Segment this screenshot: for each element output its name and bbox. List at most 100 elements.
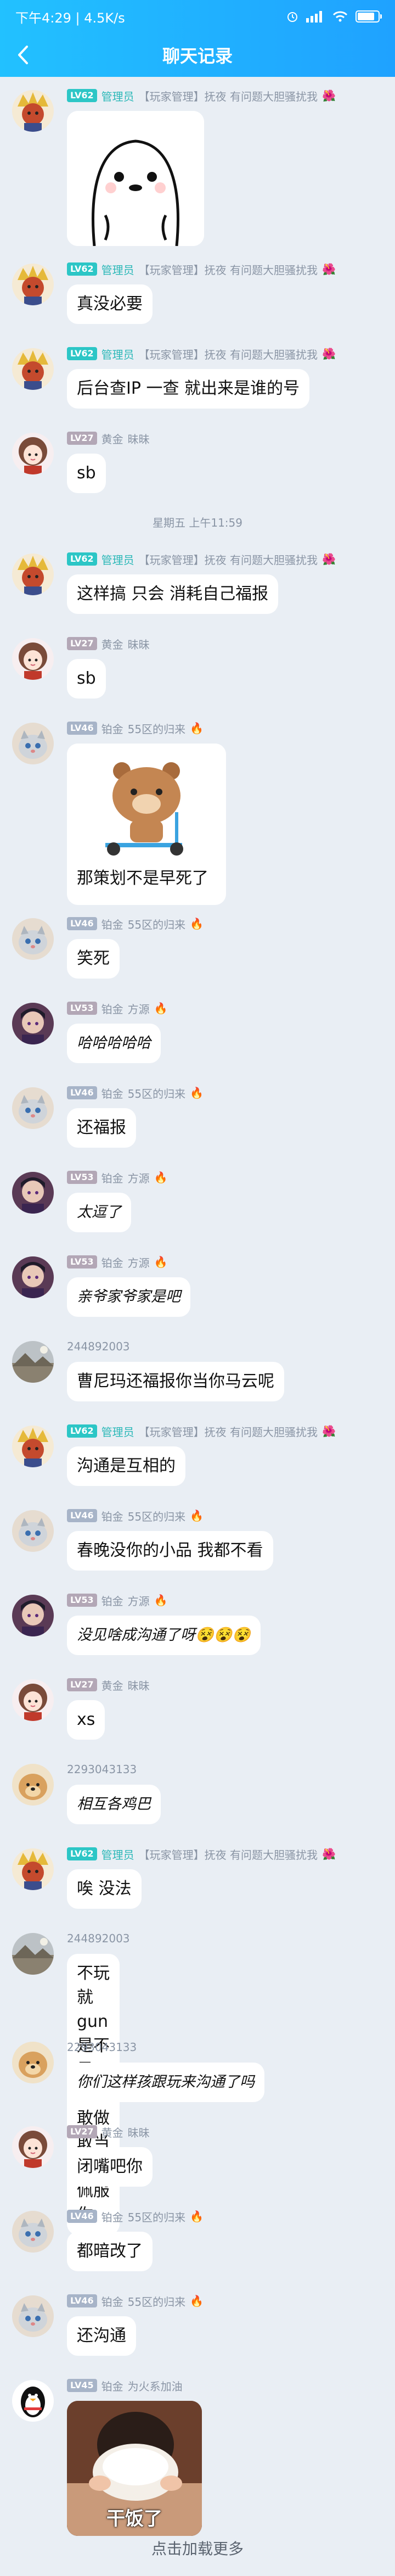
message-bubble[interactable]: 太逗了 <box>67 1193 131 1232</box>
rank-title: 铂金 <box>101 1594 123 1608</box>
rank-title: 黄金 <box>101 1679 123 1692</box>
top-bar: 下午4:29 | 4.5K/s 聊天记录 <box>0 0 395 77</box>
message-bubble[interactable]: 沟通是互相的 <box>67 1446 185 1486</box>
message-bubble[interactable]: 曹尼玛还福报你当你马云呢 <box>67 1362 284 1401</box>
load-more-button[interactable]: 点击加载更多 <box>0 2537 395 2559</box>
nickname: 244892003 <box>67 1932 130 1945</box>
avatar[interactable] <box>12 2295 54 2337</box>
rank-emoji: 🌺 <box>322 347 336 360</box>
level-badge: LV53 <box>67 1255 97 1269</box>
message-bubble[interactable]: 还沟通 <box>67 2316 136 2356</box>
nickname: 昧昧 <box>127 638 150 651</box>
rank-title: 铂金 <box>101 722 123 736</box>
message-bubble[interactable]: sb <box>67 659 106 699</box>
message-bubble[interactable]: 哈哈哈哈哈 <box>67 1024 161 1063</box>
level-badge: LV46 <box>67 1509 97 1522</box>
message-bubble[interactable]: 亲爷家爷家是吧 <box>67 1277 190 1317</box>
message-bubble[interactable]: 都暗改了 <box>67 2232 153 2271</box>
message-header: LV53 铂金 方源 🔥 <box>67 1591 168 1609</box>
avatar[interactable] <box>12 2380 54 2422</box>
message-bubble[interactable]: 这样搞 只会 消耗自己福报 <box>67 574 279 614</box>
avatar[interactable] <box>12 2211 54 2253</box>
nickname: 【玩家管理】抚夜 有问题大胆骚扰我 <box>138 1425 318 1439</box>
avatar[interactable] <box>12 1764 54 1806</box>
rank-emoji: 🔥 <box>154 1594 168 1607</box>
rank-title: 铂金 <box>101 1087 123 1100</box>
rank-title: 铂金 <box>101 2379 123 2393</box>
avatar[interactable] <box>12 2126 54 2168</box>
avatar[interactable] <box>12 918 54 960</box>
rank-title: 铂金 <box>101 1002 123 1016</box>
avatar[interactable] <box>12 1426 54 1467</box>
avatar[interactable] <box>12 1087 54 1129</box>
avatar[interactable] <box>12 1003 54 1044</box>
avatar[interactable] <box>12 90 54 132</box>
status-bar: 下午4:29 | 4.5K/s <box>0 0 395 33</box>
message-bubble[interactable]: 没见啥成沟通了呀😵😵😵 <box>67 1616 261 1655</box>
message-header: LV53 铂金 方源 🔥 <box>67 999 168 1017</box>
battery-fill <box>358 13 374 20</box>
avatar[interactable] <box>12 348 54 390</box>
level-badge: LV27 <box>67 1678 97 1691</box>
rank-emoji: 🔥 <box>190 917 204 930</box>
avatar[interactable] <box>12 1848 54 1890</box>
rank-title: 管理员 <box>101 1425 134 1439</box>
avatar[interactable] <box>12 1256 54 1298</box>
nickname: 55区的归来 <box>127 2210 186 2224</box>
message-header: LV62 管理员 【玩家管理】抚夜 有问题大胆骚扰我 🌺 <box>67 345 336 362</box>
page-title: 聊天记录 <box>162 46 233 66</box>
rank-emoji: 🌺 <box>322 262 336 276</box>
avatar[interactable] <box>12 1172 54 1214</box>
message-bubble[interactable]: 闭嘴吧你 <box>67 2147 153 2187</box>
nickname: 55区的归来 <box>127 2295 186 2309</box>
message-bubble[interactable]: 那策划不是早死了 <box>67 744 226 905</box>
rank-title: 铂金 <box>101 2295 123 2309</box>
level-badge: LV46 <box>67 1086 97 1099</box>
avatar[interactable] <box>12 723 54 764</box>
nickname: 55区的归来 <box>127 722 186 736</box>
level-badge: LV27 <box>67 432 97 445</box>
message-bubble[interactable]: xs <box>67 1700 105 1740</box>
avatar[interactable] <box>12 264 54 305</box>
avatar[interactable] <box>12 1341 54 1383</box>
message-header: LV62 管理员 【玩家管理】抚夜 有问题大胆骚扰我 🌺 <box>67 1422 336 1440</box>
message-header: LV27 黄金 昧昧 <box>67 429 150 447</box>
wifi-icon <box>332 11 348 22</box>
avatar[interactable] <box>12 1510 54 1552</box>
message-header: LV62 管理员 【玩家管理】抚夜 有问题大胆骚扰我 🌺 <box>67 87 336 104</box>
nickname: 方源 <box>127 1171 150 1185</box>
back-button[interactable] <box>11 43 35 67</box>
level-badge: LV62 <box>67 1424 97 1438</box>
rank-title: 黄金 <box>101 2126 123 2139</box>
message-bubble[interactable]: 春晚没你的小品 我都不看 <box>67 1531 273 1571</box>
avatar[interactable] <box>12 638 54 680</box>
avatar[interactable] <box>12 1595 54 1636</box>
rank-title: 铂金 <box>101 2210 123 2224</box>
level-badge: LV27 <box>67 2125 97 2138</box>
avatar[interactable] <box>12 433 54 474</box>
message-bubble[interactable]: sb <box>67 454 106 493</box>
level-badge: LV46 <box>67 2294 97 2307</box>
sticker-message[interactable]: 干饭了 <box>67 2401 202 2536</box>
signal-icon <box>306 11 322 23</box>
message-header: LV46 铂金 55区的归来 🔥 <box>67 719 204 737</box>
avatar[interactable] <box>12 2042 54 2083</box>
message-header: LV45 铂金 为火系加油 <box>67 2377 183 2394</box>
message-bubble[interactable]: 你们这样孩跟玩来沟通了吗 <box>67 2063 264 2102</box>
sticker-message[interactable] <box>67 111 204 246</box>
message-header: LV62 管理员 【玩家管理】抚夜 有问题大胆骚扰我 🌺 <box>67 1845 336 1863</box>
message-bubble[interactable]: 后台查IP 一查 就出来是谁的号 <box>67 369 310 409</box>
message-bubble[interactable]: 笑死 <box>67 939 120 979</box>
rank-emoji: 🌺 <box>322 552 336 566</box>
nickname: 55区的归来 <box>127 918 186 931</box>
avatar[interactable] <box>12 1679 54 1721</box>
nickname: 【玩家管理】抚夜 有问题大胆骚扰我 <box>138 553 318 567</box>
message-bubble[interactable]: 相互各鸡巴 <box>67 1785 161 1824</box>
time-divider: 星期五 上午11:59 <box>153 516 242 529</box>
message-bubble[interactable]: 还福报 <box>67 1108 136 1148</box>
message-header: 2293043133 <box>67 2038 137 2056</box>
avatar[interactable] <box>12 554 54 595</box>
avatar[interactable] <box>12 1933 54 1975</box>
message-bubble[interactable]: 唉 没法 <box>67 1869 142 1909</box>
message-bubble[interactable]: 真没必要 <box>67 284 153 324</box>
